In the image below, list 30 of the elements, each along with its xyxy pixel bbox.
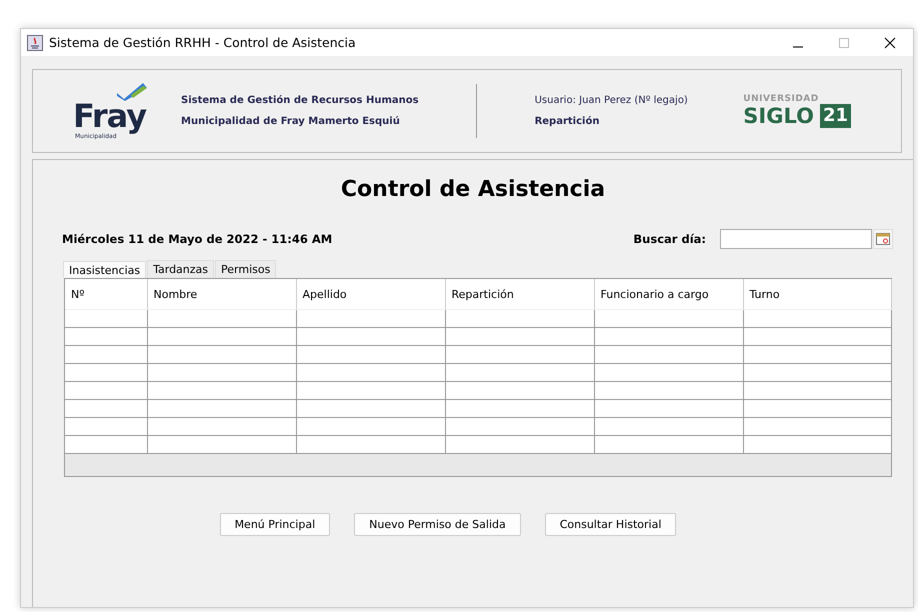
user-label: Usuario: Juan Perez (Nº legajo) [534, 95, 688, 106]
system-name: Sistema de Gestión de Recursos Humanos [181, 95, 419, 106]
department-label: Repartición [534, 116, 600, 127]
logo-badge: 21 [820, 104, 851, 128]
column-header: Turno [743, 279, 891, 310]
logo-text: UNIVERSIDAD [743, 94, 820, 104]
close-icon [884, 36, 896, 48]
search-label: Buscar día: [633, 232, 706, 246]
column-header: Nº [65, 279, 147, 310]
column-header: Repartición [445, 279, 594, 310]
app-icon [27, 34, 43, 50]
date-field[interactable] [720, 229, 872, 249]
tab[interactable]: Tardanzas [147, 260, 214, 278]
window-title: Sistema de Gestión RRHH - Control de Asistencia [49, 35, 357, 50]
system-name: Municipalidad de Fray Mamerto Esquiú [181, 116, 401, 127]
logo-text: SIGLO [743, 104, 814, 128]
column-header: Apellido [296, 279, 445, 310]
column-header: Nombre [147, 279, 296, 310]
maximize-icon [838, 36, 850, 48]
tab[interactable]: Inasistencias [63, 261, 146, 278]
action-button[interactable]: Consultar Historial [544, 513, 676, 536]
page-title: Control de Asistencia [340, 177, 606, 202]
tab[interactable]: Permisos [215, 260, 276, 278]
action-button[interactable]: Nuevo Permiso de Salida [354, 513, 521, 536]
column-header: Funcionario a cargo [594, 279, 743, 310]
action-button[interactable]: Menú Principal [220, 513, 330, 536]
date-label: Miércoles 11 de Mayo de 2022 - 11:46 AM [62, 232, 332, 246]
check-mark-icon [117, 82, 147, 100]
calendar-icon[interactable] [873, 229, 893, 249]
minimize-icon [793, 46, 803, 48]
